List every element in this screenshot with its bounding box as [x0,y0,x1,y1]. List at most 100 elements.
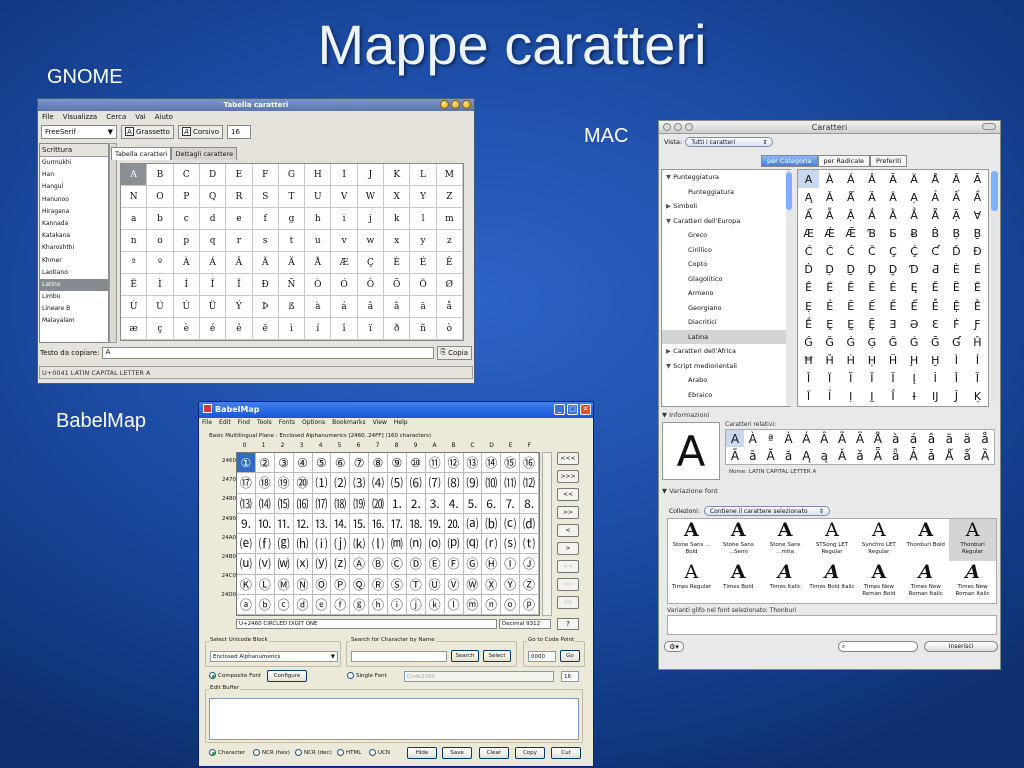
related-character-cell[interactable]: ā [744,447,762,464]
character-cell[interactable]: ⓜ [463,594,483,615]
character-cell[interactable]: ⒋ [444,493,464,514]
character-cell[interactable]: Â [226,252,253,274]
character-cell[interactable]: é [199,318,227,340]
nav-button[interactable]: > [557,542,579,555]
character-cell[interactable]: Ḫ [925,352,946,370]
character-cell[interactable]: ⓕ [331,594,351,615]
character-cell[interactable]: N [121,186,148,208]
character-cell[interactable]: Ⓩ [520,574,539,595]
character-cell[interactable]: ð [384,318,411,340]
character-cell[interactable]: Ⓖ [463,554,483,575]
related-character-cell[interactable]: Ã [833,430,851,447]
related-character-cell[interactable]: Ǡ [905,447,923,464]
font-variation-cell[interactable]: A STSong LET Regular [809,519,856,561]
character-cell[interactable]: Ⓠ [350,574,370,595]
character-cell[interactable]: Ẵ [925,206,946,224]
cut-button[interactable]: Cut [551,747,581,759]
font-size-spinner[interactable]: 16 [561,671,579,682]
category-item[interactable]: Armeno [662,286,790,301]
character-cell[interactable]: ⓖ [350,594,370,615]
tab-character-details[interactable]: Dettagli carattere [171,147,238,160]
character-cell[interactable]: ⑾ [501,473,521,494]
character-cell[interactable]: Ⓕ [444,554,464,575]
character-cell[interactable]: ⒅ [331,493,351,514]
font-size-spinner[interactable]: 16 [227,124,252,139]
character-cell[interactable]: ⑦ [350,453,370,474]
character-cell[interactable]: Ɗ [904,261,925,279]
character-cell[interactable]: ⒳ [293,554,313,575]
character-cell[interactable]: p [173,230,200,252]
character-cell[interactable]: Ẳ [904,206,925,224]
character-cell[interactable]: Á [199,252,227,274]
character-cell[interactable]: Ḝ [861,315,882,333]
character-cell[interactable]: Ẩ [798,206,819,224]
character-cell[interactable]: ⒖ [350,513,370,534]
character-cell[interactable]: À [819,170,840,188]
character-cell[interactable]: Ḧ [882,352,903,370]
menu-file[interactable]: File [42,111,54,123]
character-cell[interactable]: b [147,208,174,230]
character-cell[interactable]: g [278,208,306,230]
composite-font-radio[interactable]: Composite Font [209,672,261,679]
character-cell[interactable]: ⓐ [237,594,256,615]
maximize-button[interactable] [451,100,460,109]
script-item[interactable]: Kannada [40,218,108,230]
character-cell[interactable]: a [121,208,148,230]
character-cell[interactable]: Ẹ [798,297,819,315]
character-cell[interactable]: Ḣ [840,352,861,370]
character-cell[interactable]: Ç [357,252,385,274]
character-cell[interactable]: Ý [226,296,253,318]
character-cell[interactable]: Ï [226,274,253,296]
character-cell[interactable]: s [252,230,279,252]
grid-scrollbar[interactable] [991,169,998,407]
character-cell[interactable]: Ć [798,243,819,261]
character-cell[interactable]: ⒐ [237,513,256,534]
character-cell[interactable]: ã [384,296,411,318]
character-cell[interactable]: å [436,296,463,318]
character-cell[interactable]: x [384,230,411,252]
character-cell[interactable]: m [436,208,463,230]
grid-scrollbar[interactable] [542,452,552,616]
character-cell[interactable]: Ė [882,279,903,297]
character-cell[interactable]: ⒆ [350,493,370,514]
character-cell[interactable]: Ḉ [904,243,925,261]
character-cell[interactable]: ⑰ [237,473,256,494]
character-cell[interactable]: H [305,164,332,186]
character-cell[interactable]: Ǧ [882,333,903,351]
character-cell[interactable]: G [278,164,306,186]
character-cell[interactable]: Û [173,296,200,318]
character-cell[interactable]: â [357,296,385,318]
category-item[interactable]: ▼ Punteggiatura [662,170,790,185]
character-cell[interactable]: ⓔ [312,594,332,615]
character-cell[interactable]: ⒯ [520,534,539,555]
character-cell[interactable]: ⒟ [520,513,539,534]
character-cell[interactable]: Ģ [861,333,882,351]
format-html-radio[interactable]: HTML [337,749,361,756]
character-cell[interactable]: Ỉ [819,388,840,406]
search-name-input[interactable] [351,651,447,662]
character-cell[interactable]: Ⓧ [482,574,502,595]
related-character-cell[interactable]: Ă [762,447,780,464]
codepoint-input[interactable]: 0000 [528,651,556,662]
character-cell[interactable]: ⒑ [255,513,275,534]
character-cell[interactable]: ⓑ [255,594,275,615]
menu-item[interactable]: Bookmarks [332,418,366,428]
character-cell[interactable]: ⑽ [482,473,502,494]
character-cell[interactable]: ⓘ [388,594,407,615]
character-cell[interactable]: Ƈ [925,243,946,261]
character-cell[interactable]: Ⓨ [501,574,521,595]
menu-search[interactable]: Cerca [106,111,126,123]
character-cell[interactable]: ⑯ [520,453,539,474]
character-cell[interactable]: ç [147,318,174,340]
format-ncr-hex-radio[interactable]: NCR (hex) [253,749,290,756]
character-cell[interactable]: d [199,208,227,230]
character-cell[interactable]: Ǎ [819,188,840,206]
related-character-cell[interactable]: á [905,430,923,447]
script-item[interactable]: Laotiano [40,267,108,279]
character-cell[interactable]: ⑸ [388,473,407,494]
menu-go[interactable]: Vai [135,111,145,123]
character-cell[interactable]: Ḭ [861,388,882,406]
character-cell[interactable]: ② [255,453,275,474]
character-cell[interactable]: Ⓐ [350,554,370,575]
character-cell[interactable]: º [147,252,174,274]
